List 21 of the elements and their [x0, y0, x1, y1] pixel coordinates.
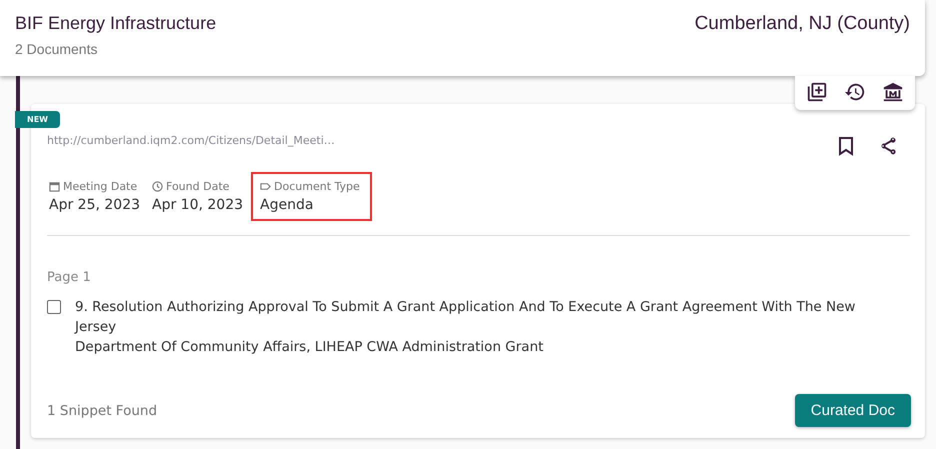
building-icon[interactable] [881, 80, 905, 104]
project-title: BIF Energy Infrastructure [15, 13, 216, 34]
field-value: Apr 25, 2023 [49, 197, 140, 213]
field-label: Meeting Date [63, 180, 138, 193]
page-label: Page 1 [47, 270, 92, 285]
new-badge: NEW [15, 111, 60, 128]
curated-doc-button[interactable]: Curated Doc [794, 394, 911, 427]
calendar-icon [49, 181, 60, 192]
field-value: Agenda [260, 197, 314, 213]
field-label: Document Type [274, 180, 360, 193]
document-url[interactable]: http://cumberland.iqm2.com/Citizens/Detail_Meeti… [47, 134, 335, 147]
checkbox[interactable] [47, 300, 61, 314]
document-count: 2 Documents [15, 41, 98, 57]
add-library-icon[interactable] [805, 80, 829, 104]
snippet-text: 9. Resolution Authorizing Approval To Submit A Grant Application And To Execute A Grant Agreement With The New Jersey Department Of Community Affairs, LIHEAP CWA Administration Grant [75, 298, 856, 357]
field-value: Apr 10, 2023 [152, 197, 244, 213]
tag-icon [260, 181, 272, 192]
field-label: Found Date [166, 180, 230, 193]
location-label: Cumberland, NJ (County) [694, 13, 910, 36]
snippet-count: 1 Snippet Found [47, 402, 158, 418]
clock-icon [152, 181, 164, 192]
